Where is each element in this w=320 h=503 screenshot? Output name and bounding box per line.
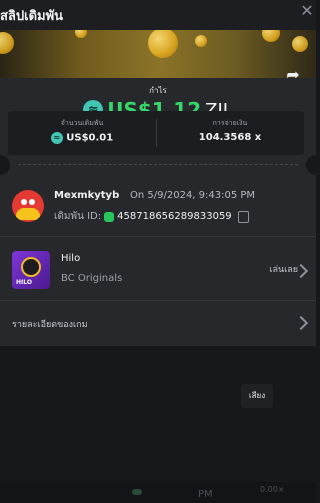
ticket-notch-right: [306, 155, 320, 175]
bet-amount-value: US$0.01: [66, 132, 114, 144]
ticket-dash-divider: [18, 164, 298, 165]
zil-coin-icon: ≈: [50, 132, 63, 144]
username[interactable]: Mexmkytyb: [54, 190, 119, 201]
hilo-ball-icon: [21, 257, 41, 277]
game-provider: BC Originals: [61, 273, 123, 284]
bet-amount-label: จำนวนเดิมพัน: [60, 119, 104, 127]
avatar-body: [16, 208, 40, 220]
bet-time: On 5/9/2024, 9:43:05 PM: [130, 190, 256, 201]
profit-label: กำไร: [149, 86, 167, 95]
section-divider: [0, 300, 316, 301]
background-text: PM: [198, 489, 213, 500]
decorative-coin-banner: [0, 30, 316, 78]
bettor-info: Mexmkytyb On 5/9/2024, 9:43:05 PM เดิมพั…: [0, 176, 316, 230]
game-thumb-tag: HILO: [16, 279, 32, 286]
share-arrow-icon[interactable]: ➦: [282, 64, 304, 86]
section-divider: [0, 236, 316, 237]
bet-stats: จำนวนเดิมพัน ≈ US$0.01 การจ่ายเงิน 104.3…: [8, 111, 304, 155]
sound-tooltip: เสียง: [241, 384, 273, 408]
chevron-right-icon[interactable]: [293, 315, 309, 331]
game-details-row[interactable]: รายละเอียดของเกม: [0, 302, 316, 344]
game-name: Hilo: [61, 253, 81, 264]
payout-stat: การจ่ายเงิน 104.3568 x: [156, 111, 304, 155]
game-row[interactable]: HILO Hilo BC Originals เล่นเลย: [0, 242, 316, 298]
background-text: 0.00×: [260, 485, 285, 494]
bet-id-label: เดิมพัน ID:: [54, 211, 102, 222]
payout-value: 104.3568 x: [198, 132, 262, 143]
shield-check-icon: [104, 211, 115, 222]
avatar-eye: [21, 199, 27, 205]
game-details-label: รายละเอียดของเกม: [12, 320, 88, 330]
avatar[interactable]: [12, 190, 44, 222]
page-title: สลิปเดิมพัน: [0, 9, 64, 24]
game-thumbnail[interactable]: HILO: [12, 251, 50, 289]
bet-amount-stat: จำนวนเดิมพัน ≈ US$0.01: [8, 111, 156, 155]
play-now-button[interactable]: เล่นเลย: [269, 262, 298, 276]
avatar-eye: [29, 199, 35, 205]
bet-id-row: เดิมพัน ID: 458718656289833059: [54, 209, 249, 224]
bet-id-value: 458718656289833059: [117, 211, 232, 222]
background-status-icon: [132, 489, 142, 495]
payout-label: การจ่ายเงิน: [212, 119, 248, 127]
copy-icon[interactable]: [237, 210, 249, 223]
close-icon[interactable]: ✕: [300, 3, 314, 19]
header-bar: สลิปเดิมพัน ✕: [0, 0, 316, 30]
